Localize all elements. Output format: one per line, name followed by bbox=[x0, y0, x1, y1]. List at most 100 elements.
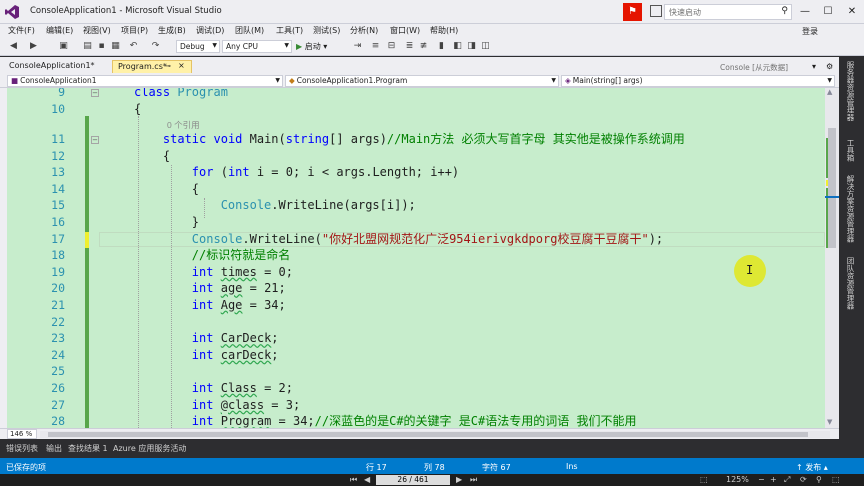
scroll-up-icon[interactable]: ▲ bbox=[827, 88, 832, 96]
project-dropdown[interactable]: ■ ConsoleApplication1 ▼ bbox=[7, 75, 283, 87]
fit-page-icon[interactable]: ⬚ bbox=[700, 475, 708, 484]
close-button[interactable]: ✕ bbox=[842, 4, 862, 20]
status-message: 已保存的项 bbox=[6, 463, 46, 472]
settings-icon[interactable]: ⚙ bbox=[826, 62, 833, 71]
menu-tools[interactable]: 工具(T) bbox=[276, 25, 303, 36]
quick-launch-input[interactable]: 快速启动 ⚲ bbox=[664, 4, 792, 20]
search-icon[interactable]: ⚲ bbox=[816, 475, 822, 484]
menu-test[interactable]: 测试(S) bbox=[313, 25, 340, 36]
side-tab-team-explorer[interactable]: 团队资源管理器 bbox=[845, 257, 856, 310]
new-project-icon[interactable]: ▣ bbox=[58, 41, 69, 52]
menu-window[interactable]: 窗口(W) bbox=[390, 25, 420, 36]
page-indicator[interactable]: 26 / 461 bbox=[376, 475, 450, 485]
tab-find-results[interactable]: 查找结果 1 bbox=[68, 443, 108, 454]
start-button[interactable]: ▶ 启动 ▾ bbox=[296, 41, 327, 52]
bookmark-prev-icon[interactable]: ◧ bbox=[452, 41, 463, 52]
chevron-down-icon: ▼ bbox=[551, 77, 556, 84]
preview-tab-console[interactable]: Console [从元数据] bbox=[720, 62, 788, 73]
quick-launch-placeholder: 快速启动 bbox=[669, 8, 701, 17]
caret-position-marker bbox=[825, 196, 839, 198]
save-all-icon[interactable]: ▦ bbox=[110, 41, 121, 52]
redo-icon[interactable]: ↷ bbox=[150, 41, 161, 52]
menu-view[interactable]: 视图(V) bbox=[83, 25, 111, 36]
menu-analyze[interactable]: 分析(N) bbox=[350, 25, 378, 36]
first-page-icon[interactable]: ⏮ bbox=[350, 475, 357, 485]
tab-error-list[interactable]: 错误列表 bbox=[6, 443, 38, 454]
toolbar-icon-b[interactable]: ⊟ bbox=[386, 41, 397, 52]
codelens-references[interactable]: 0 个引用 bbox=[167, 119, 200, 131]
menu-edit[interactable]: 编辑(E) bbox=[46, 25, 73, 36]
next-page-icon[interactable]: ▶ bbox=[456, 475, 462, 484]
bookmark-next-icon[interactable]: ◨ bbox=[466, 41, 477, 52]
menu-team[interactable]: 团队(M) bbox=[235, 25, 264, 36]
uncomment-icon[interactable]: ≢ bbox=[418, 41, 429, 52]
forward-icon[interactable]: ▶ bbox=[28, 41, 39, 52]
line-number: 13 bbox=[51, 165, 65, 180]
string-literal: "你好北盟网规范化广泛954ierivgkdporg校豆腐干豆腐干" bbox=[321, 231, 649, 246]
chevron-down-icon: ▼ bbox=[284, 42, 289, 49]
pin-icon[interactable]: ⊸ bbox=[165, 62, 171, 70]
notification-flag-icon[interactable]: ⚑ bbox=[623, 3, 642, 21]
side-tab-solution-explorer[interactable]: 解决方案资源管理器 bbox=[845, 175, 856, 243]
rotate-icon[interactable]: ⟳ bbox=[800, 475, 807, 484]
video-control-bar: ⏮ ◀ 26 / 461 ▶ ⏭ ⬚ 125% − + ⤢ ⟳ ⚲ ⬚ bbox=[0, 474, 864, 486]
feedback-icon[interactable] bbox=[650, 5, 662, 17]
prev-page-icon[interactable]: ◀ bbox=[364, 475, 370, 484]
status-bar: 已保存的项 行 17 列 78 字符 67 Ins ↑ 发布 ▴ bbox=[0, 458, 864, 474]
fullscreen-icon[interactable]: ⤢ bbox=[784, 475, 790, 485]
menu-project[interactable]: 项目(P) bbox=[121, 25, 148, 36]
zoom-out-icon[interactable]: − bbox=[758, 475, 765, 484]
platform-select[interactable]: Any CPU ▼ bbox=[222, 40, 292, 53]
close-icon[interactable]: × bbox=[178, 61, 185, 70]
tab-list-icon[interactable]: ▾ bbox=[812, 62, 816, 71]
scroll-down-icon[interactable]: ▼ bbox=[827, 418, 832, 426]
toolbar-icon-a[interactable]: ≡ bbox=[370, 41, 381, 52]
tab-program-cs[interactable]: Program.cs* ⊸ × bbox=[112, 60, 192, 73]
zoom-level[interactable]: 125% bbox=[726, 475, 749, 484]
last-page-icon[interactable]: ⏭ bbox=[470, 475, 477, 485]
horizontal-scrollbar-thumb[interactable] bbox=[48, 432, 808, 437]
save-icon[interactable]: ▪ bbox=[96, 41, 107, 52]
line-number: 17 bbox=[51, 231, 65, 246]
minimize-button[interactable]: — bbox=[795, 4, 815, 20]
zoom-select[interactable]: 146 % bbox=[7, 429, 37, 439]
bookmark-icon[interactable]: ▮ bbox=[436, 41, 447, 52]
side-tab-server-explorer[interactable]: 服务器资源管理器 bbox=[845, 61, 856, 121]
line-number: 22 bbox=[51, 314, 65, 329]
publish-button[interactable]: ↑ 发布 ▴ bbox=[796, 462, 828, 473]
code-editor[interactable]: − − 9 class Program 10{ 0 个引用 11 static v… bbox=[7, 88, 825, 428]
line-number: 16 bbox=[51, 215, 65, 229]
vertical-scrollbar[interactable]: ▲ ▼ bbox=[825, 88, 839, 428]
line-number: 27 bbox=[51, 397, 65, 412]
text-cursor-icon: I bbox=[746, 263, 754, 277]
undo-icon[interactable]: ↶ bbox=[128, 41, 139, 52]
menu-build[interactable]: 生成(B) bbox=[158, 25, 186, 36]
comment-icon[interactable]: ≣ bbox=[404, 41, 415, 52]
tab-project[interactable]: ConsoleApplication1* bbox=[4, 60, 100, 73]
type-dropdown[interactable]: ◆ ConsoleApplication1.Program ▼ bbox=[285, 75, 559, 87]
back-icon[interactable]: ◀ bbox=[8, 41, 19, 52]
document-tab-strip: ConsoleApplication1* Program.cs* ⊸ × Con… bbox=[0, 57, 839, 74]
menu-file[interactable]: 文件(F) bbox=[8, 25, 35, 36]
member-dropdown[interactable]: ◈ Main(string[] args) ▼ bbox=[561, 75, 835, 87]
menu-debug[interactable]: 调试(D) bbox=[196, 25, 224, 36]
side-tab-toolbox[interactable]: 工具箱 bbox=[845, 139, 856, 162]
signin-link[interactable]: 登录 bbox=[802, 26, 818, 37]
tab-azure-activity[interactable]: Azure 应用服务活动 bbox=[113, 443, 186, 454]
bookmark-clear-icon[interactable]: ◫ bbox=[480, 41, 491, 52]
code-line: 14 { bbox=[7, 181, 825, 198]
search-icon[interactable]: ⚲ bbox=[781, 6, 788, 16]
comment-keywords: //深蓝色的是C#的关键字 是C#语法专用的词语 我们不能用 bbox=[314, 414, 637, 428]
line-number: 18 bbox=[51, 248, 65, 263]
step-icon[interactable]: ⇥ bbox=[352, 41, 363, 52]
bookmark-icon[interactable]: ⬚ bbox=[832, 475, 840, 484]
configuration-select[interactable]: Debug ▼ bbox=[176, 40, 220, 53]
maximize-button[interactable]: ☐ bbox=[818, 4, 838, 20]
line-number: 14 bbox=[51, 181, 65, 196]
open-file-icon[interactable]: ▤ bbox=[82, 41, 93, 52]
tab-output[interactable]: 输出 bbox=[46, 443, 62, 454]
horizontal-scrollbar[interactable] bbox=[40, 431, 830, 438]
menu-help[interactable]: 帮助(H) bbox=[430, 25, 458, 36]
zoom-in-icon[interactable]: + bbox=[770, 475, 777, 484]
scrollbar-thumb[interactable] bbox=[828, 128, 836, 248]
